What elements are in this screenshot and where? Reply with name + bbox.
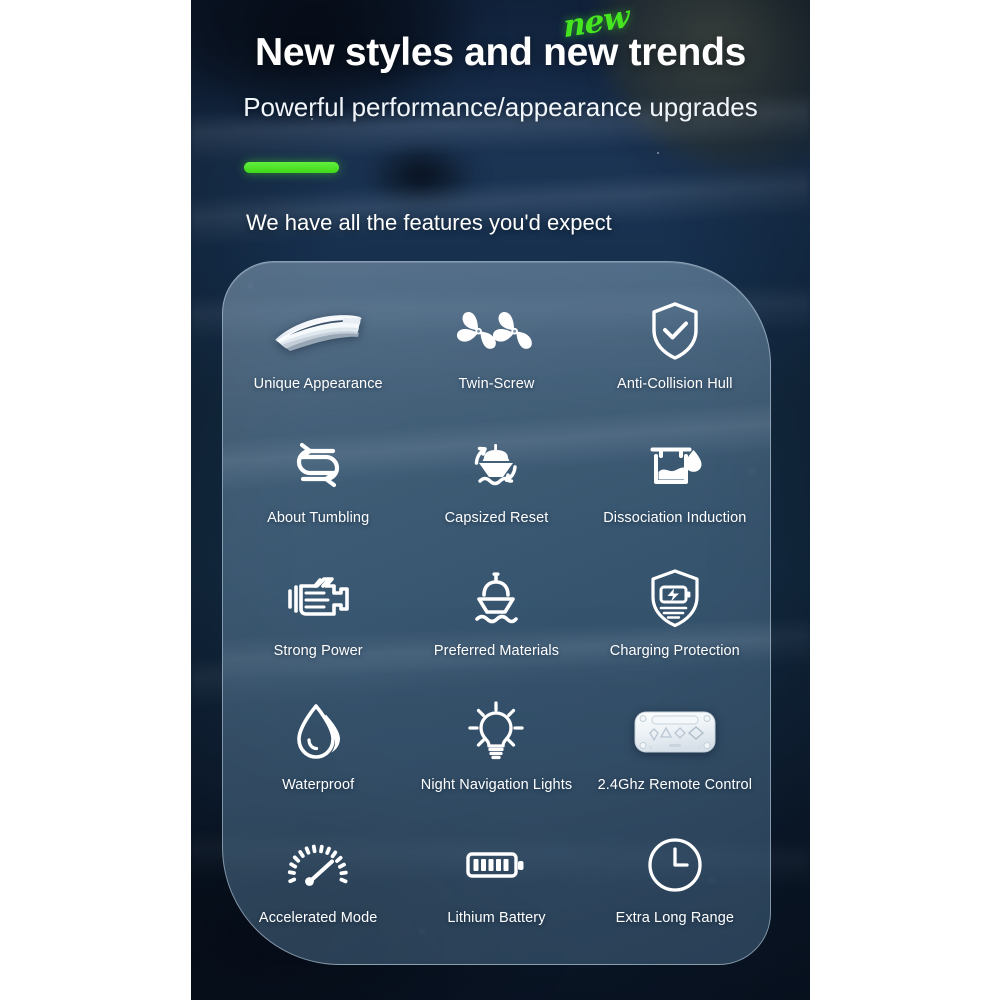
feature-label: Charging Protection bbox=[609, 643, 740, 660]
feature-item-preferred-materials[interactable]: Preferred Materials bbox=[407, 553, 585, 687]
battery-full-icon bbox=[465, 834, 527, 896]
boat-rotate-icon bbox=[459, 434, 533, 496]
feature-label: Anti-Collision Hull bbox=[617, 376, 733, 392]
feature-item-waterproof[interactable]: Waterproof bbox=[229, 687, 407, 821]
feature-item-remote-control[interactable]: 2.4Ghz Remote Control bbox=[586, 687, 764, 821]
feature-item-lithium-battery[interactable]: Lithium Battery bbox=[407, 820, 585, 954]
feature-label: 2.4Ghz Remote Control bbox=[597, 776, 753, 793]
feature-label: Extra Long Range bbox=[615, 910, 735, 927]
features-grid: Unique Appearance Twin-Screw Anti-Collis… bbox=[223, 262, 770, 964]
section-heading: We have all the features you'd expect bbox=[246, 210, 612, 235]
feature-item-charging-protection[interactable]: Charging Protection bbox=[586, 553, 764, 687]
speedboat-icon bbox=[272, 300, 364, 362]
lightbulb-icon bbox=[466, 701, 526, 763]
feature-item-about-tumbling[interactable]: About Tumbling bbox=[229, 420, 407, 554]
remote-controller-icon bbox=[632, 701, 718, 763]
feature-label: Dissociation Induction bbox=[603, 509, 747, 526]
feature-item-dissociation-induction[interactable]: Dissociation Induction bbox=[586, 420, 764, 554]
shield-check-icon bbox=[649, 300, 701, 362]
feature-label: Waterproof bbox=[282, 776, 355, 793]
feature-label: Accelerated Mode bbox=[258, 910, 378, 927]
background-speckle bbox=[657, 152, 659, 154]
feature-label: Twin-Screw bbox=[458, 376, 535, 392]
shield-battery-icon bbox=[648, 567, 702, 629]
feature-label: Lithium Battery bbox=[447, 910, 546, 927]
product-feature-poster: New styles and new trends new Powerful p… bbox=[191, 0, 810, 1000]
page-subtitle: Powerful performance/appearance upgrades bbox=[243, 92, 758, 122]
feature-label: Unique Appearance bbox=[253, 376, 383, 392]
feature-label: Capsized Reset bbox=[444, 509, 549, 526]
boat-waves-icon bbox=[467, 567, 525, 629]
feature-label: Strong Power bbox=[273, 643, 363, 660]
clock-icon bbox=[646, 834, 704, 896]
feature-label: Preferred Materials bbox=[433, 643, 560, 660]
feature-item-night-navigation-lights[interactable]: Night Navigation Lights bbox=[407, 687, 585, 821]
page-title: New styles and new trends bbox=[255, 31, 746, 74]
engine-icon bbox=[284, 567, 352, 629]
feature-item-extra-long-range[interactable]: Extra Long Range bbox=[586, 820, 764, 954]
twin-propeller-icon bbox=[453, 300, 539, 362]
water-droplet-icon bbox=[293, 701, 343, 763]
feature-label: About Tumbling bbox=[267, 509, 370, 526]
poster-stage: New styles and new trends new Powerful p… bbox=[0, 0, 1000, 1000]
feature-item-unique-appearance[interactable]: Unique Appearance bbox=[229, 286, 407, 420]
feature-item-twin-screw[interactable]: Twin-Screw bbox=[407, 286, 585, 420]
feature-item-capsized-reset[interactable]: Capsized Reset bbox=[407, 420, 585, 554]
loop-arrows-icon bbox=[286, 434, 350, 496]
water-tank-droplet-icon bbox=[646, 434, 704, 496]
feature-item-anti-collision-hull[interactable]: Anti-Collision Hull bbox=[586, 286, 764, 420]
accent-divider-bar bbox=[244, 162, 339, 173]
feature-label: Night Navigation Lights bbox=[420, 776, 573, 793]
speedometer-icon bbox=[287, 834, 349, 896]
feature-item-strong-power[interactable]: Strong Power bbox=[229, 553, 407, 687]
feature-item-accelerated-mode[interactable]: Accelerated Mode bbox=[229, 820, 407, 954]
features-card: Unique Appearance Twin-Screw Anti-Collis… bbox=[222, 261, 771, 965]
